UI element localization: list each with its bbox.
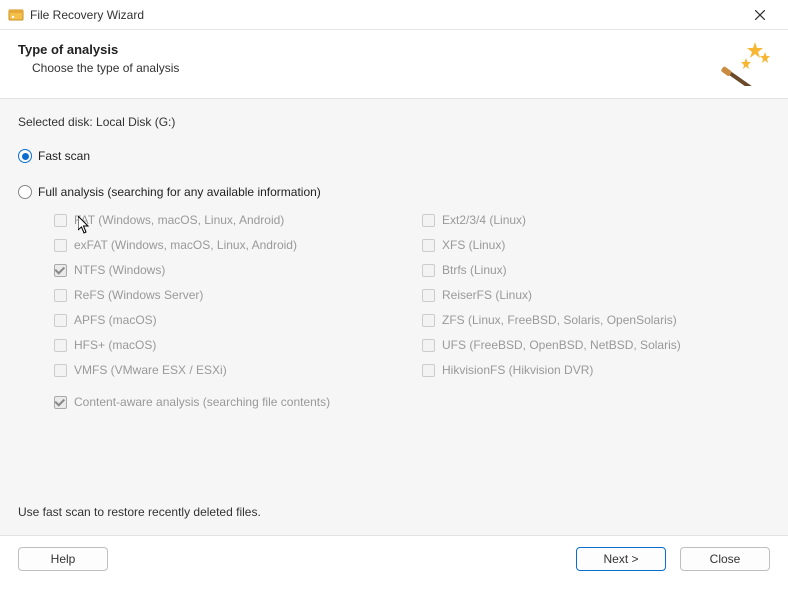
filesystem-checkbox-left-1[interactable]: exFAT (Windows, macOS, Linux, Android) — [54, 238, 402, 252]
checkbox-icon — [422, 239, 435, 252]
close-button[interactable]: Close — [680, 547, 770, 571]
fast-scan-radio[interactable]: Fast scan — [18, 149, 770, 163]
checkbox-icon — [422, 339, 435, 352]
filesystem-label: HikvisionFS (Hikvision DVR) — [442, 363, 593, 377]
filesystem-checkbox-right-1[interactable]: XFS (Linux) — [422, 238, 770, 252]
window-title: File Recovery Wizard — [30, 8, 740, 22]
content-aware-checkbox[interactable]: Content-aware analysis (searching file c… — [54, 395, 770, 409]
radio-icon — [18, 185, 32, 199]
fast-scan-label: Fast scan — [38, 149, 90, 163]
next-button[interactable]: Next > — [576, 547, 666, 571]
filesystem-label: Ext2/3/4 (Linux) — [442, 213, 526, 227]
filesystem-checkbox-left-0[interactable]: FAT (Windows, macOS, Linux, Android) — [54, 213, 402, 227]
filesystem-label: UFS (FreeBSD, OpenBSD, NetBSD, Solaris) — [442, 338, 681, 352]
checkbox-icon — [54, 364, 67, 377]
checkbox-icon — [54, 239, 67, 252]
filesystem-label: ZFS (Linux, FreeBSD, Solaris, OpenSolari… — [442, 313, 677, 327]
wizard-content: Selected disk: Local Disk (G:) Fast scan… — [0, 98, 788, 536]
filesystem-label: VMFS (VMware ESX / ESXi) — [74, 363, 227, 377]
filesystem-checkbox-right-5[interactable]: UFS (FreeBSD, OpenBSD, NetBSD, Solaris) — [422, 338, 770, 352]
filesystem-label: NTFS (Windows) — [74, 263, 165, 277]
filesystem-label: exFAT (Windows, macOS, Linux, Android) — [74, 238, 297, 252]
full-analysis-radio[interactable]: Full analysis (searching for any availab… — [18, 185, 770, 199]
checkbox-icon — [422, 364, 435, 377]
filesystem-checkbox-left-3[interactable]: ReFS (Windows Server) — [54, 288, 402, 302]
checkbox-icon — [54, 396, 67, 409]
filesystem-checkbox-right-3[interactable]: ReiserFS (Linux) — [422, 288, 770, 302]
filesystem-label: APFS (macOS) — [74, 313, 157, 327]
radio-icon — [18, 149, 32, 163]
titlebar: File Recovery Wizard — [0, 0, 788, 30]
hint-text: Use fast scan to restore recently delete… — [18, 505, 261, 519]
checkbox-icon — [54, 314, 67, 327]
help-button[interactable]: Help — [18, 547, 108, 571]
filesystem-label: HFS+ (macOS) — [74, 338, 156, 352]
page-subtitle: Choose the type of analysis — [18, 61, 179, 75]
filesystem-label: ReiserFS (Linux) — [442, 288, 532, 302]
filesystem-checkbox-right-6[interactable]: HikvisionFS (Hikvision DVR) — [422, 363, 770, 377]
filesystem-checkbox-right-4[interactable]: ZFS (Linux, FreeBSD, Solaris, OpenSolari… — [422, 313, 770, 327]
checkbox-icon — [422, 214, 435, 227]
checkbox-icon — [54, 264, 67, 277]
wizard-footer: Help Next > Close — [0, 536, 788, 582]
filesystem-checkbox-right-2[interactable]: Btrfs (Linux) — [422, 263, 770, 277]
wizard-wand-icon — [720, 40, 770, 86]
app-icon — [8, 7, 24, 23]
filesystem-label: ReFS (Windows Server) — [74, 288, 203, 302]
full-analysis-label: Full analysis (searching for any availab… — [38, 185, 321, 199]
filesystem-label: XFS (Linux) — [442, 238, 505, 252]
window-close-button[interactable] — [740, 0, 780, 30]
page-title: Type of analysis — [18, 42, 179, 57]
checkbox-icon — [54, 339, 67, 352]
filesystem-label: Btrfs (Linux) — [442, 263, 507, 277]
checkbox-icon — [54, 289, 67, 302]
checkbox-icon — [422, 289, 435, 302]
checkbox-icon — [422, 314, 435, 327]
filesystem-label: FAT (Windows, macOS, Linux, Android) — [74, 213, 284, 227]
checkbox-icon — [54, 214, 67, 227]
filesystem-grid: FAT (Windows, macOS, Linux, Android) Ext2… — [54, 213, 770, 377]
filesystem-checkbox-left-4[interactable]: APFS (macOS) — [54, 313, 402, 327]
selected-disk-label: Selected disk: Local Disk (G:) — [18, 115, 770, 129]
checkbox-icon — [422, 264, 435, 277]
filesystem-checkbox-left-5[interactable]: HFS+ (macOS) — [54, 338, 402, 352]
filesystem-checkbox-left-2[interactable]: NTFS (Windows) — [54, 263, 402, 277]
filesystem-checkbox-left-6[interactable]: VMFS (VMware ESX / ESXi) — [54, 363, 402, 377]
content-aware-label: Content-aware analysis (searching file c… — [74, 395, 330, 409]
filesystem-checkbox-right-0[interactable]: Ext2/3/4 (Linux) — [422, 213, 770, 227]
wizard-header: Type of analysis Choose the type of anal… — [0, 30, 788, 98]
